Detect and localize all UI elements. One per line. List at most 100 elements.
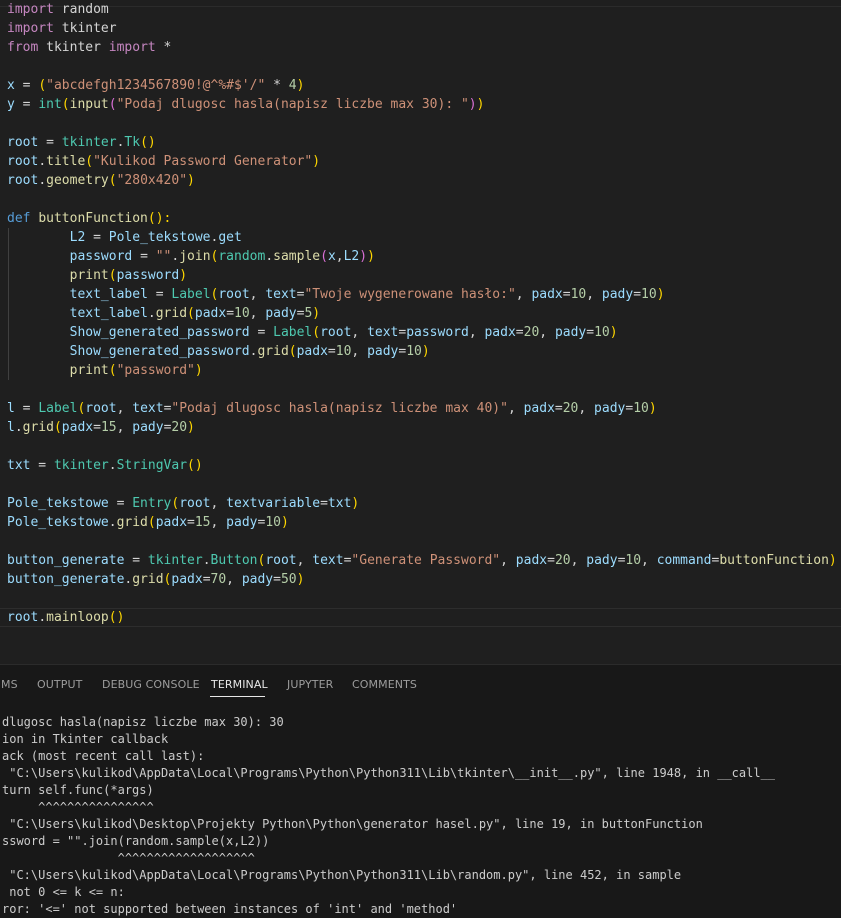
code-token: "Podaj dlugosc hasla(napisz liczbe max 4… <box>171 401 508 416</box>
code-token: ( <box>147 515 156 530</box>
tab-debug-console[interactable]: DEBUG CONSOLE <box>102 678 200 691</box>
code-token: = <box>38 135 62 150</box>
tab-jupyter[interactable]: JUPYTER <box>287 678 333 691</box>
code-token: ) <box>476 97 485 112</box>
code-token: = <box>327 344 336 359</box>
code-token: ( <box>61 97 70 112</box>
code-token: button_generate <box>7 572 125 587</box>
code-token: l <box>7 420 15 435</box>
code-token: = <box>226 306 235 321</box>
code-token: ) <box>280 515 289 530</box>
code-line: print("password") <box>7 361 203 380</box>
code-token: text <box>132 401 164 416</box>
code-token: . <box>147 306 156 321</box>
code-token: , <box>249 306 266 321</box>
tab-comments[interactable]: COMMENTS <box>352 678 417 691</box>
terminal-line: turn self.func(*args) <box>2 783 154 797</box>
code-token: = <box>273 572 281 587</box>
tab-terminal[interactable]: TERMINAL <box>211 678 268 691</box>
code-token: padx <box>484 325 516 340</box>
code-token: Label <box>38 401 78 416</box>
code-token: grid <box>155 306 188 321</box>
code-token: ) <box>828 553 837 568</box>
code-token: ( <box>108 173 117 188</box>
code-token: from <box>7 40 39 55</box>
code-token: text <box>265 287 297 302</box>
code-token: Pole_tekstowe <box>7 515 109 530</box>
code-token: input <box>69 97 109 112</box>
code-line: Show_generated_password.grid(padx=10, pa… <box>7 342 430 361</box>
code-token: = <box>249 325 274 340</box>
code-token: = <box>625 401 634 416</box>
terminal-line: not 0 <= k <= n: <box>2 885 125 899</box>
code-token: random <box>218 249 266 264</box>
code-line: l.grid(padx=15, pady=20) <box>7 418 195 437</box>
code-token: root <box>7 173 39 188</box>
tab-output[interactable]: OUTPUT <box>37 678 82 691</box>
code-token: , <box>249 287 266 302</box>
code-token: ) <box>468 97 477 112</box>
terminal-line: ssword = "".join(random.sample(x,L2)) <box>2 834 270 848</box>
code-token: pady <box>265 306 297 321</box>
code-line: Pole_tekstowe = Entry(root, textvariable… <box>7 494 359 513</box>
code-token: password <box>69 249 133 264</box>
code-token: tkinter <box>38 40 109 55</box>
code-token: ( <box>187 306 195 321</box>
code-token: , <box>351 344 368 359</box>
code-token: 10 <box>234 306 250 321</box>
code-token: = <box>187 515 195 530</box>
code-line: button_generate = tkinter.Button(root, t… <box>7 551 837 570</box>
code-token: ) <box>187 420 195 435</box>
code-token: tkinter <box>53 458 109 473</box>
code-token: , <box>351 325 368 340</box>
terminal-line: ror: '<=' not supported between instance… <box>2 902 458 916</box>
code-token: ( <box>108 268 117 283</box>
code-token: 20 <box>171 420 188 435</box>
code-editor[interactable]: import random import tkinter from tkinter … <box>0 0 841 627</box>
code-token: ( <box>85 154 94 169</box>
code-line: import tkinter <box>7 19 117 38</box>
code-line: txt = tkinter.StringVar() <box>7 456 203 475</box>
code-token: ) <box>312 306 321 321</box>
code-token: ) <box>648 401 657 416</box>
tab-problems[interactable]: MS <box>1 678 18 691</box>
active-tab-indicator <box>210 696 265 697</box>
code-token: 10 <box>633 401 649 416</box>
code-token: , <box>296 553 313 568</box>
code-token: pady <box>554 325 587 340</box>
code-token: padx <box>194 306 227 321</box>
code-token: grid <box>22 420 54 435</box>
code-token: geometry <box>46 173 109 188</box>
code-token: buttonFunction <box>719 553 829 568</box>
code-token: () <box>140 135 156 150</box>
code-token: pady <box>226 515 258 530</box>
terminal-line: ^^^^^^^^^^^^^^^^ <box>2 800 154 814</box>
bottom-panel: MS OUTPUT DEBUG CONSOLE TERMINAL JUPYTER… <box>0 664 841 918</box>
code-token: print <box>69 363 109 378</box>
code-token: , <box>468 325 485 340</box>
code-token: * <box>265 78 289 93</box>
code-token: int <box>38 97 62 112</box>
code-line: root.mainloop() <box>7 608 124 627</box>
code-token: ) <box>359 249 368 264</box>
code-token: ( <box>108 363 117 378</box>
code-token: . <box>108 458 117 473</box>
code-token: , <box>116 401 133 416</box>
code-token: ( <box>108 97 117 112</box>
code-token: root <box>7 154 39 169</box>
code-line: root.title("Kulikod Password Generator") <box>7 152 320 171</box>
code-token: 10 <box>265 515 281 530</box>
code-token: ) <box>179 268 188 283</box>
code-token: Label <box>171 287 211 302</box>
code-token: 20 <box>562 401 579 416</box>
code-token: , <box>578 401 595 416</box>
code-token: , <box>586 287 602 302</box>
code-line: def buttonFunction(): <box>7 209 171 228</box>
code-token: Show_generated_password <box>69 344 250 359</box>
code-token: padx <box>61 420 94 435</box>
code-token: import <box>7 2 54 17</box>
editor-top-border <box>0 0 841 7</box>
